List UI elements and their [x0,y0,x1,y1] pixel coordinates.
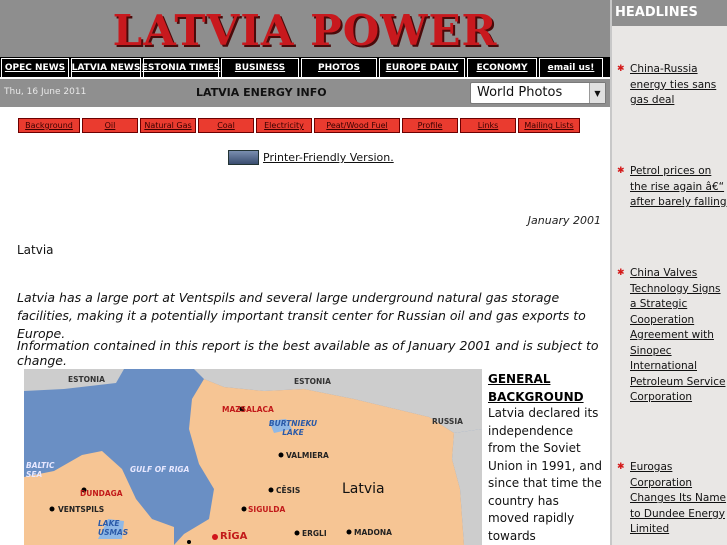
country-name: Latvia [17,243,54,257]
info-bar: Thu, 16 June 2011 LATVIA ENERGY INFO Wor… [0,79,610,107]
headline-link[interactable]: China Valves Technology Signs a Strategi… [630,266,727,406]
topic-menu: Background Oil Natural Gas Coal Electric… [18,118,580,133]
bullet-icon: ✱ [617,166,625,176]
report-date: January 2001 [527,214,601,227]
dropdown-arrow-icon[interactable]: ▼ [589,83,605,103]
disclaimer-paragraph: Information contained in this report is … [17,338,599,368]
map-label-sigulda: SIGULDA [248,505,286,514]
bullet-icon: ✱ [617,268,625,278]
map-label-mazsalaca: MAZSALACA [222,405,274,414]
printer-friendly-link[interactable]: Printer-Friendly Version. [263,151,394,164]
map-label-estonia-east: ESTONIA [294,377,331,386]
headline-item: ✱ China Valves Technology Signs a Strate… [615,266,727,406]
headlines-sidebar: HEADLINES ✱ China-Russia energy ties san… [610,0,727,545]
nav-europe-daily[interactable]: EUROPE DAILY [379,58,465,78]
map-label-baltic-sea: BALTIC SEA [26,461,55,479]
map-label-lake-usmas: LAKE USMAS [98,519,129,537]
nav-economy[interactable]: ECONOMY [467,58,537,78]
headline-link[interactable]: China-Russia energy ties sans gas deal [630,62,727,109]
map-label-cesis: CĒSIS [276,486,301,495]
topic-mailing-lists[interactable]: Mailing Lists [518,118,580,133]
map-label-riga: RĪGA [220,531,248,542]
topic-links[interactable]: Links [460,118,516,133]
headlines-title: HEADLINES [612,0,727,26]
topic-coal[interactable]: Coal [198,118,254,133]
photo-section-select[interactable]: World Photos ▼ [470,82,606,104]
map-graphic [24,369,482,545]
map-label-burtnieku: BURTNIEKU LAKE [268,419,318,437]
nav-email-us[interactable]: email us! [539,58,603,78]
map-label-dundaga: DUNDAGA [80,489,123,498]
nav-photos[interactable]: PHOTOS [301,58,377,78]
map-label-gulf-of-riga: GULF OF RIGA [130,465,190,474]
select-value: World Photos [477,85,563,100]
headline-item: ✱ Petrol prices on the rise again â€“ af… [615,164,727,211]
nav-business[interactable]: BUSINESS [221,58,299,78]
nav-opec-news[interactable]: OPEC NEWS [1,58,69,78]
map-label-latvia: Latvia [342,481,385,497]
map-label-valmiera: VALMIERA [286,451,329,460]
site-banner: LATVIA POWER [0,0,610,57]
headline-link[interactable]: Eurogas Corporation Changes Its Name to … [630,460,727,538]
topic-electricity[interactable]: Electricity [256,118,312,133]
top-nav: OPEC NEWS LATVIA NEWS ESTONIA TIMES BUSI… [0,57,610,78]
map-label-russia: RUSSIA [432,417,463,426]
headline-link[interactable]: Petrol prices on the rise again â€“ afte… [630,164,727,211]
map-label-ergli: ERGLI [302,529,327,538]
map-label-estonia-west: ESTONIA [68,375,105,384]
main-content: LATVIA POWER OPEC NEWS LATVIA NEWS ESTON… [0,0,610,545]
intro-paragraph: Latvia has a large port at Ventspils and… [17,290,586,341]
topic-profile[interactable]: Profile [402,118,458,133]
map-label-ventspils: VENTSPILS [58,505,105,514]
bullet-icon: ✱ [617,64,625,74]
topic-background[interactable]: Background [18,118,80,133]
topic-natural-gas[interactable]: Natural Gas [140,118,196,133]
current-date: Thu, 16 June 2011 [4,87,87,97]
headline-item: ✱ China-Russia energy ties sans gas deal [615,62,727,109]
nav-estonia-times[interactable]: ESTONIA TIMES [142,58,220,78]
topic-oil[interactable]: Oil [82,118,138,133]
map-label-madona: MADONA [354,528,392,537]
printer-icon[interactable] [228,150,259,165]
site-title: LATVIA POWER [112,6,498,55]
general-background-text: Latvia declared its independence from th… [488,406,602,543]
general-background-title[interactable]: GENERAL BACKGROUND [488,370,598,406]
bullet-icon: ✱ [617,462,625,472]
printer-friendly: Printer-Friendly Version. [228,150,394,165]
headline-item: ✱ Eurogas Corporation Changes Its Name t… [615,460,727,538]
latvia-map: ESTONIA ESTONIA MAZSALACA BURTNIEKU LAKE… [24,369,482,545]
section-title: LATVIA ENERGY INFO [196,86,327,99]
nav-latvia-news[interactable]: LATVIA NEWS [71,58,141,78]
topic-peat-wood-fuel[interactable]: Peat/Wood Fuel [314,118,400,133]
